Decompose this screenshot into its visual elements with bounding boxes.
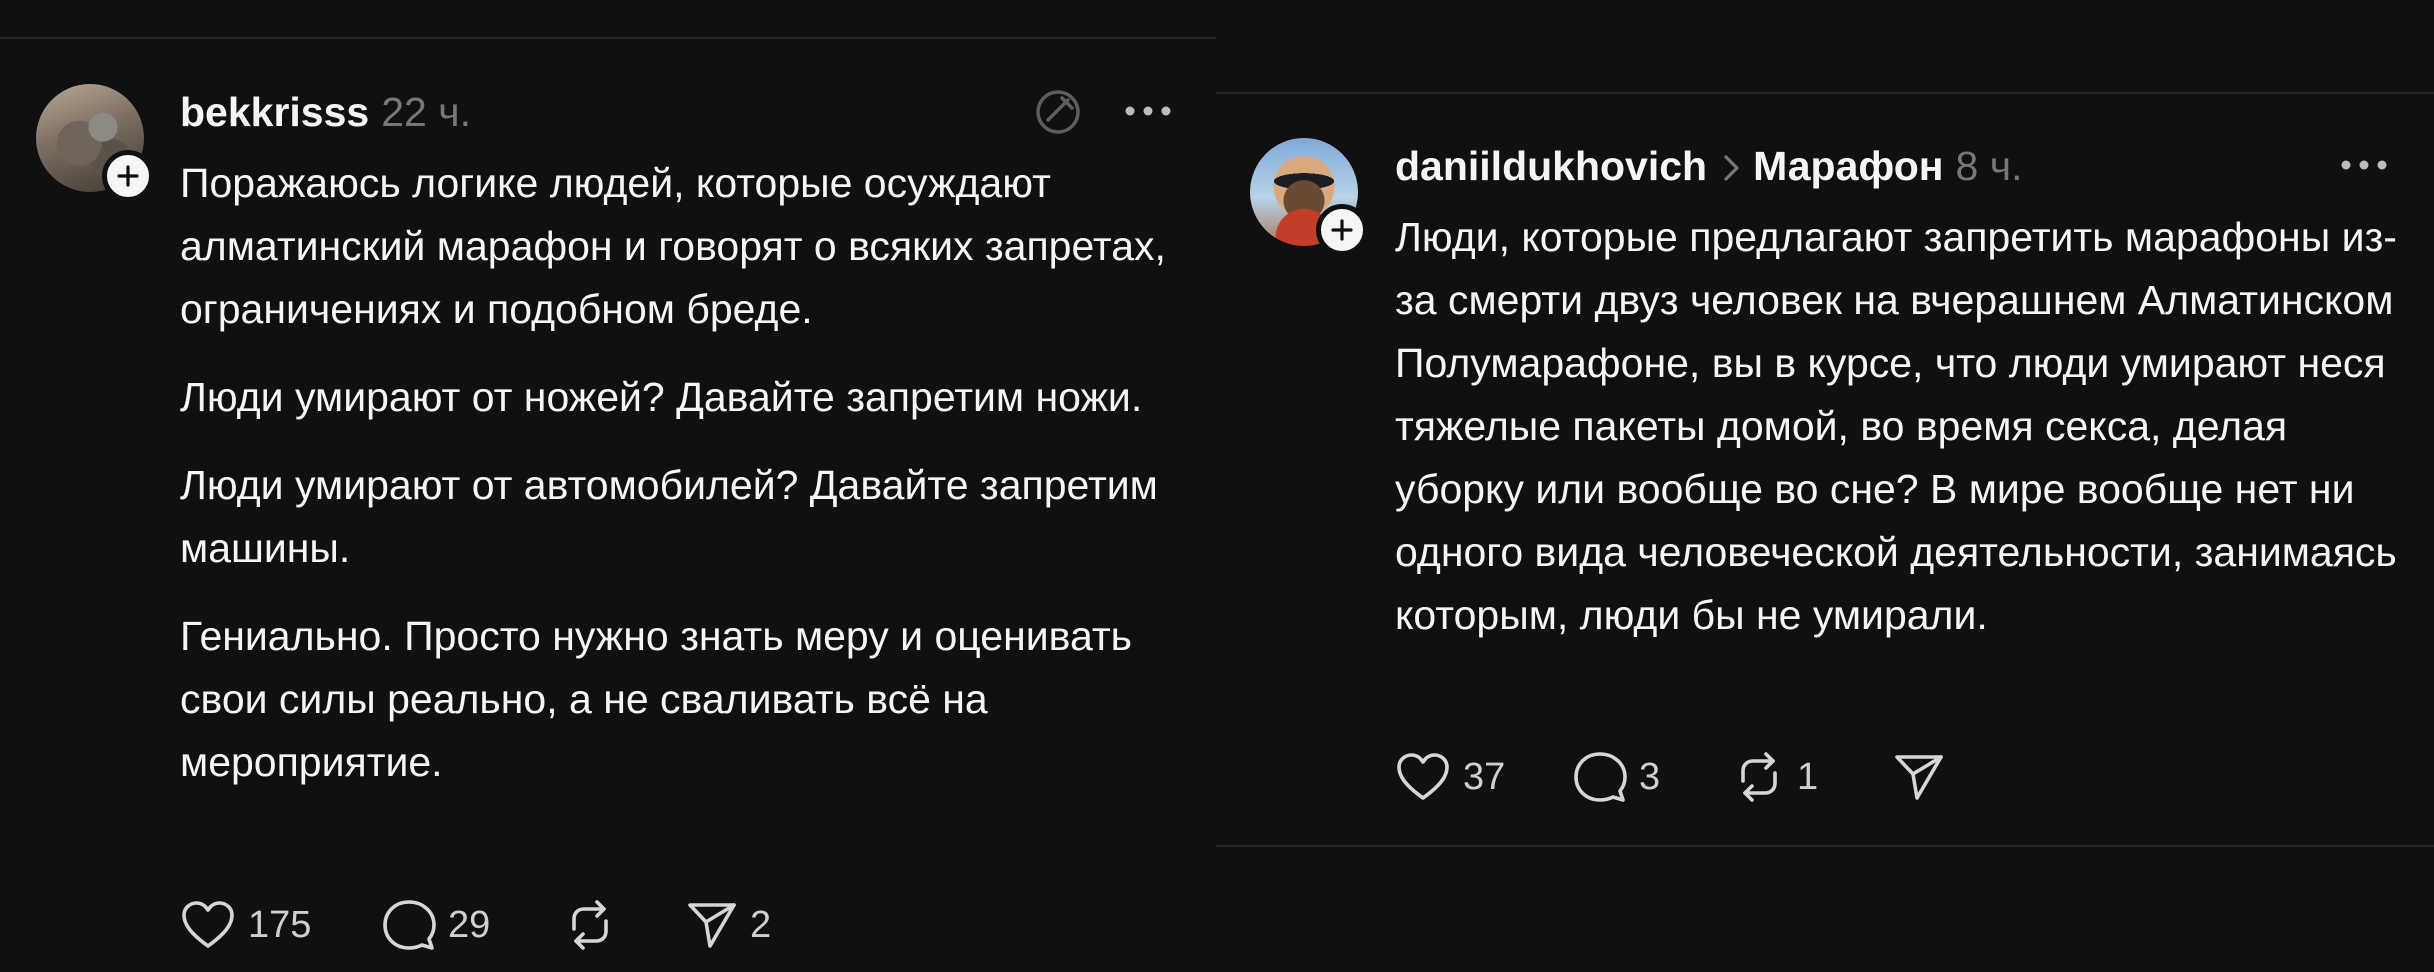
repost-arrows-icon [1741,752,1777,802]
post-time[interactable]: 22 ч. [381,88,471,136]
threads-feed-screenshot: bekkrisss 22 ч. Поражаюсь логике людей, … [0,0,2434,972]
like-count: 175 [248,903,312,946]
repost-button[interactable] [564,899,686,951]
edit-slash-icon[interactable] [1032,86,1084,138]
reply-button[interactable]: 3 [1573,750,1733,804]
follow-plus-icon[interactable] [1316,204,1368,256]
post-actions: 175 29 2 [180,898,771,952]
post-daniildukhovich[interactable]: daniildukhovich Марафон 8 ч. Люди, котор… [1216,0,2434,972]
post-actions: 37 3 1 [1395,750,1957,804]
username[interactable]: daniildukhovich [1395,142,1707,190]
reply-count: 3 [1639,755,1661,798]
like-button[interactable]: 175 [180,899,382,951]
topic-tag[interactable]: Марафон [1753,142,1943,190]
more-dots-icon[interactable] [2338,154,2390,176]
post-body: Поражаюсь логике людей, которые осуждают… [180,152,1190,794]
repost-button[interactable]: 1 [1733,751,1893,803]
username[interactable]: bekkrisss [180,88,369,136]
share-button[interactable] [1893,752,1957,802]
post-paragraph: Люди, которые предлагают запретить мараф… [1395,214,2397,638]
like-count: 37 [1463,755,1506,798]
more-dots-icon[interactable] [1122,100,1174,122]
post-header: bekkrisss 22 ч. [180,88,471,136]
send-paper-plane-icon [1895,755,1943,800]
repost-count: 1 [1797,755,1819,798]
post-body: Люди, которые предлагают запретить мараф… [1395,206,2405,647]
post-paragraph: Люди умирают от ножей? Давайте запретим … [180,374,1143,420]
follow-plus-icon[interactable] [102,150,154,202]
post-paragraph: Люди умирают от автомобилей? Давайте зап… [180,462,1158,571]
post-bekkrisss[interactable]: bekkrisss 22 ч. Поражаюсь логике людей, … [0,0,1216,972]
share-count: 2 [750,903,772,946]
repost-arrows-icon [572,900,608,950]
post-header: daniildukhovich Марафон 8 ч. [1395,142,2023,190]
reply-button[interactable]: 29 [382,898,564,952]
share-button[interactable]: 2 [686,900,771,950]
heart-icon [182,901,234,948]
like-button[interactable]: 37 [1395,751,1573,803]
comment-bubble-icon [1574,752,1627,802]
post-paragraph: Гениально. Просто нужно знать меру и оце… [180,613,1132,785]
send-paper-plane-icon [688,903,736,948]
heart-icon [1397,753,1449,800]
post-time[interactable]: 8 ч. [1956,142,2023,190]
reply-count: 29 [448,903,491,946]
comment-bubble-icon [383,900,436,950]
chevron-right-icon [1721,142,1743,190]
post-paragraph: Поражаюсь логике людей, которые осуждают… [180,160,1166,332]
